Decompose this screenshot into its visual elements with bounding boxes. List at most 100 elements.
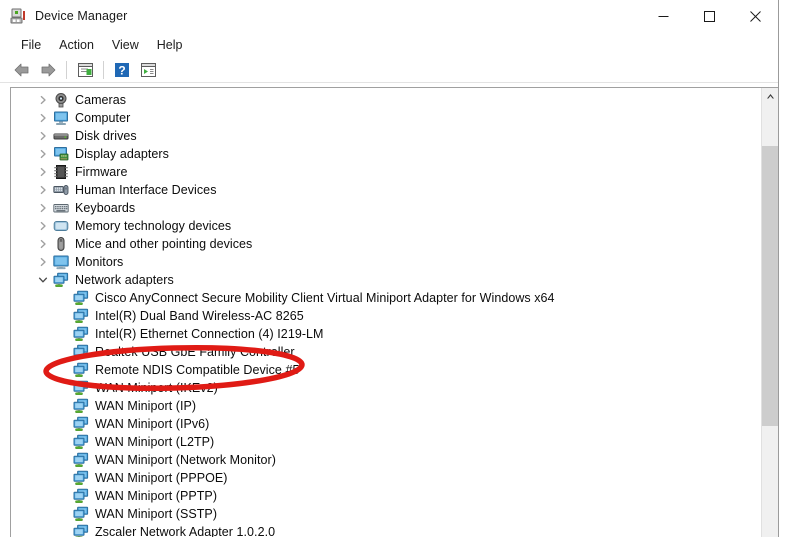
chevron-right-icon[interactable] [35,109,51,127]
tree-item-label: Cisco AnyConnect Secure Mobility Client … [95,291,555,305]
tree-item-label: Human Interface Devices [75,183,217,197]
menu-view[interactable]: View [103,36,148,54]
tree-item[interactable]: Display adapters [11,145,759,163]
device-manager-window: Device Manager File Action View Help ? C… [0,0,789,537]
tree-item-label: Monitors [75,255,124,269]
network-adapter-icon [73,524,89,537]
close-icon [749,10,761,22]
tree-item[interactable]: Remote NDIS Compatible Device #5 [11,361,759,379]
hid-icon [53,182,69,198]
svg-text:?: ? [118,64,125,78]
display-adapter-icon [53,146,69,162]
tree-item[interactable]: WAN Miniport (PPPOE) [11,469,759,487]
computer-icon [53,110,69,126]
chevron-right-icon[interactable] [35,181,51,199]
toolbar-separator-2 [103,61,104,79]
window-controls [640,0,778,32]
tree-item[interactable]: Intel(R) Ethernet Connection (4) I219-LM [11,325,759,343]
chevron-right-icon[interactable] [35,253,51,271]
network-adapter-icon [73,452,89,468]
tree-item-label: WAN Miniport (IP) [95,399,197,413]
tree-item-label: Display adapters [75,147,169,161]
chevron-right-icon[interactable] [35,145,51,163]
tree-item[interactable]: WAN Miniport (Network Monitor) [11,451,759,469]
tree-item[interactable]: WAN Miniport (IPv6) [11,415,759,433]
chevron-right-icon [40,239,46,249]
back-button[interactable] [9,59,35,81]
tree-item-label: WAN Miniport (L2TP) [95,435,215,449]
properties-button[interactable] [72,59,98,81]
tree-item[interactable]: Keyboards [11,199,759,217]
vertical-scrollbar[interactable] [761,88,778,537]
tree-item[interactable]: Memory technology devices [11,217,759,235]
chevron-right-icon[interactable] [35,91,51,109]
chevron-right-icon [40,113,46,123]
tree-item[interactable]: WAN Miniport (IKEv2) [11,379,759,397]
menu-bar: File Action View Help [0,34,778,56]
network-adapter-icon [73,398,89,414]
tree-item[interactable]: Zscaler Network Adapter 1.0.2.0 [11,523,759,537]
tree-item[interactable]: Cisco AnyConnect Secure Mobility Client … [11,289,759,307]
chevron-right-icon [40,185,46,195]
chevron-right-icon [40,203,46,213]
chevron-right-icon[interactable] [35,217,51,235]
network-adapter-icon [73,362,89,378]
chevron-right-icon[interactable] [35,235,51,253]
chevron-right-icon [40,257,46,267]
tree-item[interactable]: Computer [11,109,759,127]
scrollbar-thumb[interactable] [762,146,778,426]
tree-item[interactable]: Cameras [11,91,759,109]
device-tree-panel: Cameras Computer Disk drives Display adapte… [10,87,778,537]
camera-icon [53,92,69,108]
device-tree[interactable]: Cameras Computer Disk drives Display adapte… [11,88,759,537]
minimize-button[interactable] [640,0,686,32]
tree-item[interactable]: WAN Miniport (IP) [11,397,759,415]
firmware-chip-icon [53,164,69,180]
mouse-icon [53,236,69,252]
tree-item[interactable]: WAN Miniport (L2TP) [11,433,759,451]
tree-item[interactable]: Intel(R) Dual Band Wireless-AC 8265 [11,307,759,325]
tree-item[interactable]: Mice and other pointing devices [11,235,759,253]
network-adapter-icon [73,380,89,396]
chevron-right-icon [40,131,46,141]
tree-item[interactable]: Disk drives [11,127,759,145]
menu-help[interactable]: Help [148,36,192,54]
tree-item-label: Keyboards [75,201,136,215]
chevron-down-icon[interactable] [35,271,51,289]
help-button[interactable]: ? [109,59,135,81]
tree-item[interactable]: Firmware [11,163,759,181]
tree-item[interactable]: Monitors [11,253,759,271]
menu-file[interactable]: File [12,36,50,54]
network-adapter-icon [53,272,69,288]
tree-item-label: Disk drives [75,129,137,143]
tree-item-label: Realtek USB GbE Family Controller [95,345,295,359]
tree-item-label: Zscaler Network Adapter 1.0.2.0 [95,525,276,537]
maximize-button[interactable] [686,0,732,32]
help-question-icon: ? [115,63,129,78]
tree-item-label: Computer [75,111,131,125]
tree-item[interactable]: Human Interface Devices [11,181,759,199]
network-adapter-icon [73,326,89,342]
tree-item[interactable]: WAN Miniport (PPTP) [11,487,759,505]
tree-item[interactable]: Network adapters [11,271,759,289]
network-adapter-icon [73,434,89,450]
toolbar-divider [0,82,778,83]
chevron-right-icon [40,167,46,177]
forward-button[interactable] [35,59,61,81]
chevron-right-icon[interactable] [35,127,51,145]
chevron-right-icon[interactable] [35,199,51,217]
show-hidden-devices-button[interactable] [135,59,161,81]
scroll-up-button[interactable] [762,88,778,105]
monitor-icon [53,254,69,270]
chevron-right-icon[interactable] [35,163,51,181]
tree-item-label: Cameras [75,93,127,107]
tree-item[interactable]: WAN Miniport (SSTP) [11,505,759,523]
chevron-right-icon [40,221,46,231]
tree-item-label: Remote NDIS Compatible Device #5 [95,363,300,377]
tree-item[interactable]: Realtek USB GbE Family Controller [11,343,759,361]
close-button[interactable] [732,0,778,32]
network-adapter-icon [73,506,89,522]
disk-drive-icon [53,128,69,144]
menu-action[interactable]: Action [50,36,103,54]
chevron-right-icon [40,149,46,159]
